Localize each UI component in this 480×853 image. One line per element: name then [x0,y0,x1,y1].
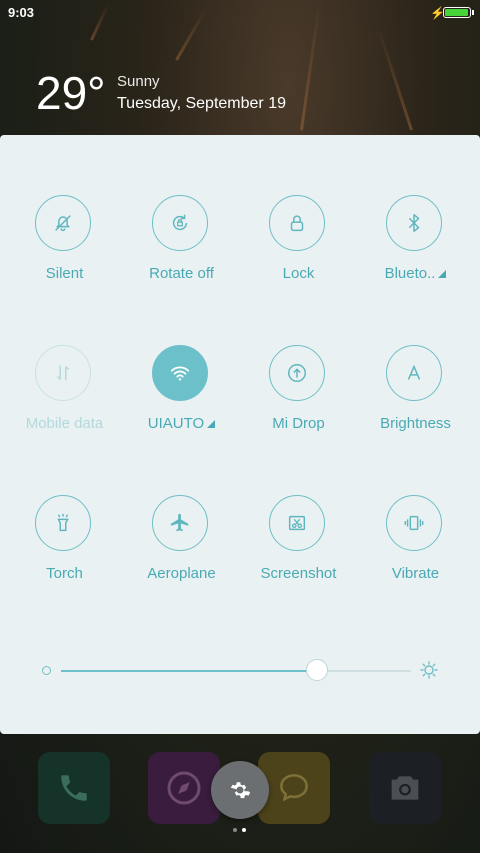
tile-rotate-lock[interactable]: Rotate off [123,195,240,315]
tile-bluetooth[interactable]: Blueto.. [357,195,474,315]
quick-settings-panel: Silent Rotate off Lock Blueto.. Mobile data U… [0,135,480,734]
battery-icon [443,7,471,18]
browser-icon [167,771,201,805]
tile-label: Silent [6,265,123,282]
tile-label: Mobile data [6,415,123,432]
bluetooth-icon [408,214,420,232]
weather-condition: Sunny [117,73,160,90]
rotate-lock-toggle-button[interactable] [152,195,208,251]
tile-label: UIAUTO [123,415,240,432]
tile-label-text: Brightness [380,415,451,432]
tile-vibrate[interactable]: Vibrate [357,495,474,615]
brightness-min-icon [42,666,51,675]
messages-icon [280,774,308,802]
mi-drop-icon [288,364,306,382]
tile-label: Lock [240,265,357,282]
tile-label-text: Silent [45,265,84,282]
wifi-icon [170,366,190,381]
phone-app-icon[interactable] [38,752,110,824]
brightness-auto-icon [407,364,421,380]
torch-toggle-button[interactable] [35,495,91,551]
tile-label: Vibrate [357,565,474,582]
page-dot-active [242,828,246,832]
settings-button[interactable] [211,761,269,819]
bluetooth-toggle-button[interactable] [386,195,442,251]
tile-label-text: Mobile data [25,415,104,432]
mobile-data-toggle-button[interactable] [35,345,91,401]
brightness-max-icon [420,661,438,679]
tile-label-text: Torch [46,565,83,582]
camera-app-icon[interactable] [369,752,441,824]
torch-icon [57,513,69,532]
browser-app-icon[interactable] [148,752,220,824]
mi-drop-toggle-button[interactable] [269,345,325,401]
phone-icon [61,775,87,801]
status-time: 9:03 [8,5,35,20]
bell-off-icon [55,215,71,232]
tile-label: Torch [6,565,123,582]
tile-label: Blueto.. [357,265,474,282]
tile-label-text: UIAUTO [147,415,205,432]
date-label: Tuesday, September 19 [117,95,286,112]
tile-label-text: Vibrate [391,565,440,582]
mobile-data-icon [56,365,70,381]
tile-label: Screenshot [240,565,357,582]
vibrate-toggle-button[interactable] [386,495,442,551]
tile-torch[interactable]: Torch [6,495,123,615]
tile-label: Brightness [357,415,474,432]
tile-mobile-data[interactable]: Mobile data [6,345,123,465]
tile-wifi[interactable]: UIAUTO [123,345,240,465]
tile-label-text: Mi Drop [272,415,325,432]
brightness-slider[interactable] [61,670,411,672]
tile-airplane[interactable]: Aeroplane [123,495,240,615]
tile-label: Aeroplane [123,565,240,582]
tile-bell-off[interactable]: Silent [6,195,123,315]
tile-screenshot[interactable]: Screenshot [240,495,357,615]
bell-off-toggle-button[interactable] [35,195,91,251]
lock-icon [290,215,304,232]
camera-icon [391,776,419,800]
vibrate-icon [404,515,424,531]
airplane-icon [170,513,189,532]
expand-arrow-icon[interactable] [207,420,216,429]
brightness-slider-fill [61,670,317,672]
tile-mi-drop[interactable]: Mi Drop [240,345,357,465]
tile-brightness-auto[interactable]: Brightness [357,345,474,465]
screenshot-icon [288,515,306,531]
screenshot-toggle-button[interactable] [269,495,325,551]
tile-label: Mi Drop [240,415,357,432]
tile-label-text: Blueto.. [384,265,436,282]
wallpaper-grass [376,24,413,131]
tile-lock[interactable]: Lock [240,195,357,315]
tile-label-text: Lock [282,265,315,282]
gear-icon [230,782,251,799]
tile-label-text: Rotate off [149,265,214,282]
rotate-lock-icon [172,214,188,231]
temperature: 29° [36,67,106,119]
lock-toggle-button[interactable] [269,195,325,251]
tile-label-text: Aeroplane [147,565,216,582]
brightness-auto-toggle-button[interactable] [386,345,442,401]
wifi-toggle-button[interactable] [152,345,208,401]
brightness-slider-thumb[interactable] [305,659,328,681]
tile-label-text: Screenshot [260,565,337,582]
battery-nub [472,10,474,15]
status-bar: 9:03 ⚡ [0,0,480,26]
airplane-toggle-button[interactable] [152,495,208,551]
expand-arrow-icon[interactable] [438,270,447,279]
tile-label: Rotate off [123,265,240,282]
page-dot [233,828,237,832]
